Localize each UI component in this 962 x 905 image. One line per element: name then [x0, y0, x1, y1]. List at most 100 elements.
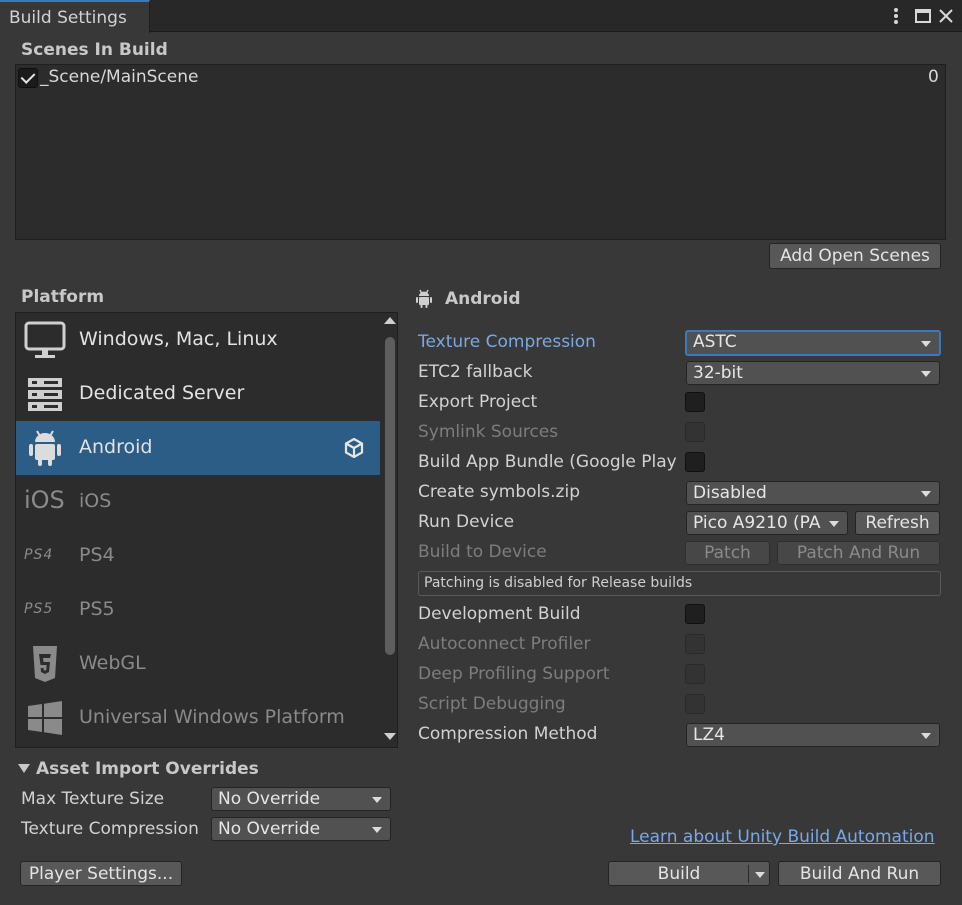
etc2-fallback-dropdown[interactable]: 32-bit	[686, 361, 940, 385]
learn-build-automation-link[interactable]: Learn about Unity Build Automation	[630, 827, 935, 847]
platform-item-dedicated-server[interactable]: Dedicated Server	[16, 367, 380, 421]
dropdown-value: LZ4	[693, 725, 725, 745]
platform-list[interactable]: Windows, Mac, Linux Dedicated Server And…	[15, 312, 398, 748]
chevron-down-icon	[921, 733, 931, 739]
platform-item-android[interactable]: Android	[16, 421, 380, 475]
platform-item-ps4[interactable]: PS4 PS4	[16, 529, 380, 583]
scroll-thumb[interactable]	[385, 337, 395, 655]
unity-logo-icon	[344, 437, 364, 459]
android-settings-header: Android	[445, 289, 521, 309]
scene-path[interactable]: _Scene/MainScene	[40, 67, 198, 87]
build-to-device-label: Build to Device	[418, 542, 547, 562]
deep-profiling-checkbox	[685, 664, 705, 684]
build-app-bundle-checkbox[interactable]	[685, 452, 705, 472]
script-debugging-label: Script Debugging	[418, 694, 566, 714]
dropdown-value: Disabled	[693, 483, 767, 503]
platform-item-ios[interactable]: iOS iOS	[16, 475, 380, 529]
platform-label: Dedicated Server	[79, 382, 245, 404]
texture-compression-label: Texture Compression	[418, 332, 596, 352]
ios-icon: iOS	[24, 486, 65, 514]
build-button[interactable]: Build	[608, 861, 770, 886]
development-build-checkbox[interactable]	[685, 604, 705, 624]
platform-item-windows-mac-linux[interactable]: Windows, Mac, Linux	[16, 313, 380, 367]
run-device-label: Run Device	[418, 512, 515, 532]
platform-label: WebGL	[79, 652, 146, 674]
max-texture-size-label: Max Texture Size	[21, 789, 165, 809]
chevron-down-icon	[372, 797, 382, 803]
max-texture-size-dropdown[interactable]: No Override	[211, 787, 391, 811]
scroll-down-icon[interactable]	[384, 733, 396, 740]
symlink-sources-checkbox	[685, 422, 705, 442]
chevron-down-icon	[372, 827, 382, 833]
server-icon	[24, 374, 66, 414]
refresh-button[interactable]: Refresh	[855, 511, 940, 535]
split-divider	[748, 865, 749, 883]
asset-texture-compression-label: Texture Compression	[21, 819, 199, 839]
android-header-icon	[414, 289, 434, 309]
script-debugging-checkbox	[685, 694, 705, 714]
dropdown-value: No Override	[218, 789, 321, 809]
compression-method-label: Compression Method	[418, 724, 598, 744]
symlink-sources-label: Symlink Sources	[418, 422, 559, 442]
window-tab[interactable]: Build Settings	[0, 0, 150, 33]
development-build-label: Development Build	[418, 604, 581, 624]
platform-item-uwp[interactable]: Universal Windows Platform	[16, 691, 380, 745]
close-icon[interactable]	[936, 6, 956, 26]
chevron-down-icon	[921, 491, 931, 497]
platform-label: iOS	[79, 490, 112, 512]
dropdown-value: ASTC	[693, 332, 737, 352]
build-options-chevron-icon[interactable]	[755, 872, 765, 878]
ps4-logo-icon: PS4	[24, 547, 54, 563]
autoconnect-profiler-checkbox	[685, 634, 705, 654]
platform-label: PS4	[79, 544, 115, 566]
build-and-run-button[interactable]: Build And Run	[778, 861, 941, 886]
html5-icon	[24, 644, 66, 684]
create-symbols-dropdown[interactable]: Disabled	[686, 481, 940, 505]
monitor-icon	[24, 320, 66, 360]
autoconnect-profiler-label: Autoconnect Profiler	[418, 634, 591, 654]
etc2-fallback-label: ETC2 fallback	[418, 362, 533, 382]
run-device-dropdown[interactable]: Pico A9210 (PA	[686, 511, 848, 535]
patch-button[interactable]: Patch	[685, 541, 770, 565]
texture-compression-dropdown[interactable]: ASTC	[685, 330, 941, 356]
patching-info-box: Patching is disabled for Release builds	[418, 571, 941, 596]
platform-header: Platform	[21, 287, 105, 307]
maximize-icon[interactable]	[913, 6, 933, 26]
platform-label: Windows, Mac, Linux	[79, 328, 278, 350]
asset-texture-compression-dropdown[interactable]: No Override	[211, 817, 391, 841]
scroll-up-icon[interactable]	[384, 317, 396, 324]
export-project-checkbox[interactable]	[685, 392, 705, 412]
foldout-arrow-icon[interactable]	[18, 764, 30, 773]
dropdown-value: 32-bit	[693, 363, 743, 383]
chevron-down-icon	[921, 371, 931, 377]
window-title: Build Settings	[9, 8, 127, 28]
kebab-menu-icon[interactable]	[886, 6, 906, 26]
scene-index: 0	[928, 67, 939, 87]
deep-profiling-label: Deep Profiling Support	[418, 664, 610, 684]
scenes-in-build-header: Scenes In Build	[21, 40, 168, 60]
platform-item-ps5[interactable]: PS5 PS5	[16, 583, 380, 637]
platform-label: Universal Windows Platform	[79, 706, 345, 728]
chevron-down-icon	[829, 521, 839, 527]
create-symbols-label: Create symbols.zip	[418, 482, 580, 502]
platform-label: PS5	[79, 598, 115, 620]
export-project-label: Export Project	[418, 392, 538, 412]
platform-label: Android	[79, 436, 153, 458]
chevron-down-icon	[921, 341, 931, 347]
windows-logo-icon	[24, 698, 66, 738]
ps5-logo-icon: PS5	[24, 601, 54, 617]
scene-include-checkbox[interactable]	[18, 68, 38, 88]
build-app-bundle-label: Build App Bundle (Google Play	[418, 452, 677, 472]
platform-scrollbar[interactable]	[382, 313, 397, 747]
platform-item-webgl[interactable]: WebGL	[16, 637, 380, 691]
patch-and-run-button[interactable]: Patch And Run	[777, 541, 940, 565]
dropdown-value: No Override	[218, 819, 321, 839]
player-settings-button[interactable]: Player Settings...	[20, 861, 182, 886]
compression-method-dropdown[interactable]: LZ4	[686, 723, 940, 747]
android-icon	[24, 428, 66, 468]
add-open-scenes-button[interactable]: Add Open Scenes	[769, 243, 941, 269]
build-button-label: Build	[657, 864, 701, 884]
dropdown-value: Pico A9210 (PA	[693, 513, 821, 533]
scenes-list[interactable]: _Scene/MainScene 0	[15, 64, 946, 240]
asset-import-overrides-header[interactable]: Asset Import Overrides	[36, 759, 259, 779]
